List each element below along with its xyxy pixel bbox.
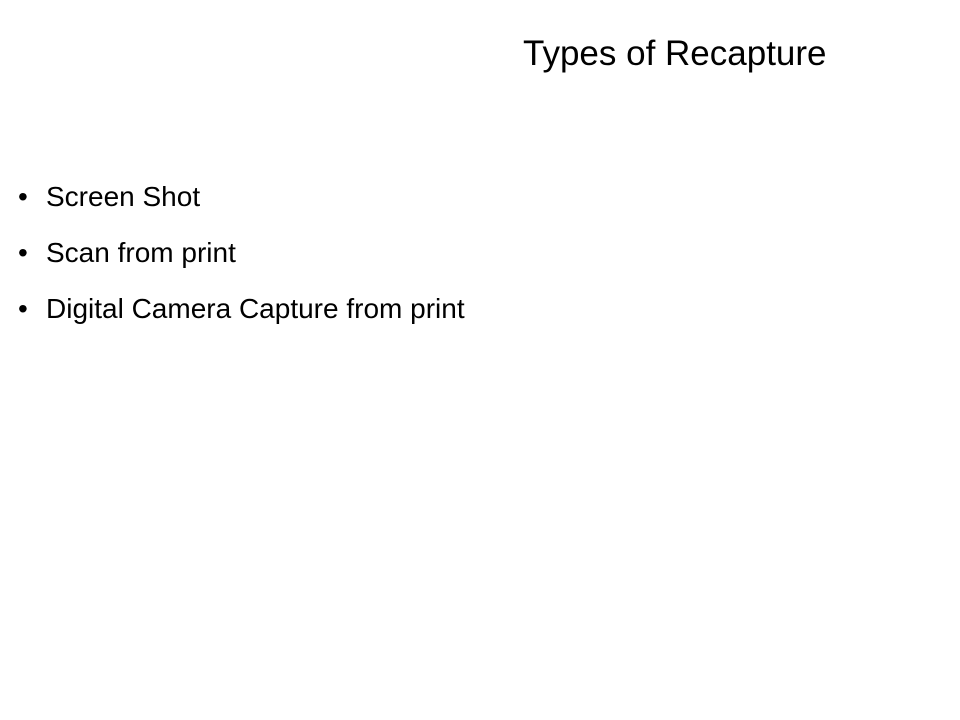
- bullet-icon: •: [18, 181, 28, 212]
- bullet-text: Digital Camera Capture from print: [46, 293, 465, 324]
- bullet-text: Screen Shot: [46, 181, 201, 212]
- slide-title: Types of Recapture: [523, 34, 827, 73]
- bullet-text: Scan from print: [46, 237, 236, 268]
- bullet-icon: •: [18, 237, 28, 268]
- slide: Types of Recapture • Screen Shot • Scan …: [0, 0, 960, 720]
- bullet-icon: •: [18, 293, 28, 324]
